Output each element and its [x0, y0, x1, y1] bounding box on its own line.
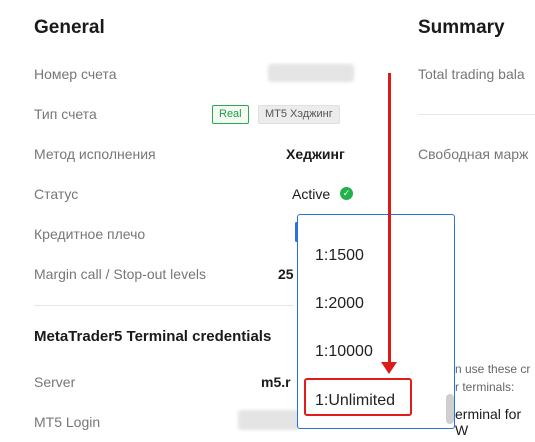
execution-method-value: Хеджинг [286, 146, 345, 162]
annotation-arrow-head-icon [381, 362, 397, 374]
status-value: Active [292, 186, 331, 202]
summary-note-line1: n use these cr [455, 362, 531, 376]
server-value: m5.r [261, 374, 291, 390]
general-title: General [34, 17, 105, 38]
execution-method-label: Метод исполнения [34, 146, 156, 162]
leverage-option-1-10000[interactable]: 1:10000 [315, 343, 373, 361]
check-circle-icon: ✓ [340, 187, 353, 200]
account-type-label: Тип счета [34, 106, 97, 122]
leverage-option-1-1500[interactable]: 1:1500 [315, 247, 364, 265]
annotation-arrow-line [388, 73, 391, 366]
margin-call-label: Margin call / Stop-out levels [34, 266, 206, 282]
total-trading-balance-label: Total trading bala [418, 66, 525, 82]
credentials-title: MetaTrader5 Terminal credentials [34, 328, 272, 345]
summary-note-line2: r terminals: [455, 380, 515, 394]
section-divider [34, 305, 294, 306]
highlight-box [304, 378, 412, 416]
badge-account-type: MT5 Хэджинг [258, 105, 340, 124]
account-number-value-blurred [268, 64, 354, 82]
server-label: Server [34, 374, 76, 390]
leverage-option-1-2000[interactable]: 1:2000 [315, 295, 364, 313]
free-margin-label: Свободная марж [418, 146, 529, 162]
margin-call-value: 25 [278, 266, 294, 282]
dropdown-scrollbar[interactable] [446, 394, 454, 424]
status-label: Статус [34, 186, 79, 202]
mt5-login-label: MT5 Login [34, 414, 101, 430]
summary-divider [418, 114, 535, 115]
badge-real: Real [212, 105, 249, 124]
leverage-label: Кредитное плечо [34, 226, 146, 242]
summary-terminal-link[interactable]: erminal for W [455, 406, 535, 438]
account-number-label: Номер счета [34, 66, 117, 82]
summary-title: Summary [418, 17, 505, 38]
mt5-login-value-blurred [238, 410, 300, 430]
